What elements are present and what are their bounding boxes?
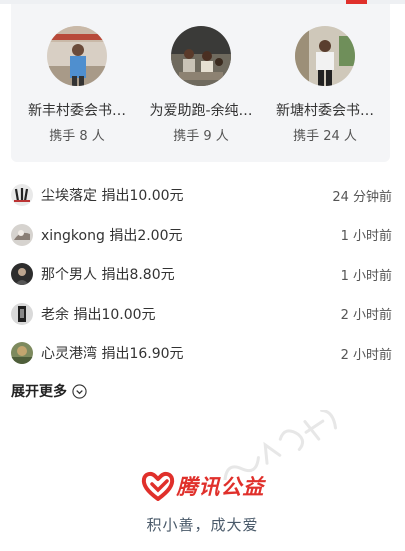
donation-text: 老余 捐出10.00元 — [41, 306, 156, 323]
donor-avatar — [11, 184, 33, 206]
logo-text: 腾讯公益 — [176, 475, 265, 499]
donation-time: 1 小时前 — [340, 268, 392, 284]
donor-avatar — [11, 302, 33, 325]
expand-more-label: 展开更多 — [11, 384, 67, 400]
heart-logo-icon — [141, 471, 174, 501]
donation-time: 2 小时前 — [340, 347, 392, 363]
donor-avatar — [11, 342, 33, 364]
donation-item[interactable]: 心灵港湾 捐出16.90元 2 小时前 — [11, 337, 392, 369]
donation-text: 那个男人 捐出8.80元 — [41, 267, 175, 283]
team-item[interactable]: 新丰村委会书… 携手 8 人 — [15, 26, 139, 144]
donation-time: 2 小时前 — [340, 308, 392, 323]
team-count: 携手 8 人 — [49, 129, 105, 144]
team-avatar — [171, 26, 231, 86]
team-item[interactable]: 为爱助跑-余纯… 携手 9 人 — [139, 26, 263, 144]
team-card: 新丰村委会书… 携手 8 人 为爱助跑-余纯… 携手 9 人 新塘村委会书… 携… — [11, 4, 390, 162]
donation-time: 1 小时前 — [340, 229, 392, 244]
team-count: 携手 24 人 — [293, 129, 357, 144]
donation-time: 24 分钟前 — [332, 189, 392, 205]
donation-text: 心灵港湾 捐出16.90元 — [41, 346, 184, 362]
donor-avatar — [11, 223, 33, 246]
slogan: 积小善，成大爱 — [146, 516, 259, 534]
donation-item[interactable]: 老余 捐出10.00元 2 小时前 — [11, 298, 392, 330]
tencent-charity-logo: 腾讯公益 — [141, 470, 265, 502]
chevron-down-icon — [72, 383, 87, 399]
team-item[interactable]: 新塘村委会书… 携手 24 人 — [263, 26, 387, 144]
team-avatar — [295, 26, 355, 86]
donation-text: 尘埃落定 捐出10.00元 — [41, 188, 184, 204]
donation-text: xingkong 捐出2.00元 — [41, 227, 183, 244]
expand-more-button[interactable]: 展开更多 — [11, 380, 87, 402]
team-count: 携手 9 人 — [173, 129, 229, 144]
donation-item[interactable]: xingkong 捐出2.00元 1 小时前 — [11, 219, 392, 251]
donation-item[interactable]: 尘埃落定 捐出10.00元 24 分钟前 — [11, 179, 392, 211]
team-name: 新丰村委会书… — [28, 103, 126, 119]
team-avatar — [47, 26, 107, 86]
team-name: 新塘村委会书… — [276, 103, 374, 119]
footer: 腾讯公益 积小善，成大爱 — [0, 470, 405, 535]
team-name: 为爱助跑-余纯… — [149, 103, 253, 119]
donation-item[interactable]: 那个男人 捐出8.80元 1 小时前 — [11, 258, 392, 290]
donation-list: 尘埃落定 捐出10.00元 24 分钟前 xingkong 捐出2.00元 1 … — [11, 179, 392, 377]
donor-avatar — [11, 263, 33, 285]
